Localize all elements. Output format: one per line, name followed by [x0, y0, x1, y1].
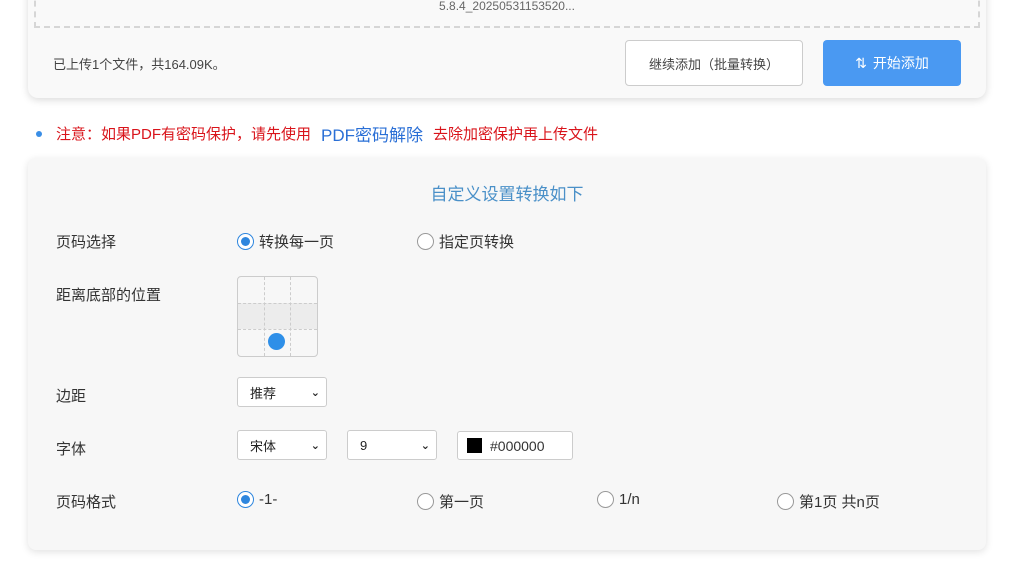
radio-label: 转换每一页 [259, 234, 335, 251]
color-swatch [467, 438, 482, 453]
radio-label: 第1页 共n页 [799, 494, 880, 511]
chevron-down-icon: ⌄ [310, 439, 320, 452]
color-value: #000000 [490, 437, 545, 454]
font-label: 字体 [56, 441, 87, 458]
settings-title: 自定义设置转换如下 [430, 185, 584, 204]
font-color-picker[interactable]: #000000 [457, 431, 573, 460]
swap-icon: ⇅ [855, 54, 867, 71]
file-name: 5.8.4_20250531153520... [439, 0, 575, 13]
radio-unchecked-icon [417, 233, 434, 250]
radio-label: 第一页 [439, 494, 485, 511]
notice-suffix: 去除加密保护再上传文件 [433, 126, 599, 143]
bullet-icon [36, 130, 42, 137]
settings-panel: 自定义设置转换如下 页码选择 转换每一页 指定页转换 距离底部的位置 边距 推荐… [28, 158, 986, 550]
margin-label: 边距 [56, 388, 87, 405]
radio-format-fraction[interactable]: 1/n [597, 491, 640, 508]
font-size-value: 9 [360, 437, 368, 453]
notice-prefix: 注意：如果PDF有密码保护，请先使用 [56, 126, 312, 143]
font-family-select[interactable]: 宋体 ⌄ [237, 430, 327, 460]
font-family-value: 宋体 [250, 438, 277, 454]
drop-zone[interactable]: 5.8.4_20250531153520... [34, 0, 980, 28]
radio-label: 指定页转换 [439, 234, 515, 251]
radio-convert-every-page[interactable]: 转换每一页 [237, 231, 334, 252]
password-notice: 注意：如果PDF有密码保护，请先使用 PDF密码解除 去除加密保护再上传文件 [36, 121, 598, 146]
radio-unchecked-icon [597, 491, 614, 508]
format-label: 页码格式 [56, 494, 117, 511]
margin-select[interactable]: 推荐 ⌄ [237, 377, 327, 407]
radio-label: 1/n [619, 491, 640, 508]
position-label: 距离底部的位置 [56, 287, 162, 304]
radio-format-total[interactable]: 第1页 共n页 [777, 491, 880, 512]
chevron-down-icon: ⌄ [420, 439, 430, 452]
position-marker [268, 333, 285, 350]
start-add-button[interactable]: ⇅ 开始添加 [823, 40, 961, 86]
radio-unchecked-icon [777, 493, 794, 510]
radio-label: -1- [259, 491, 278, 508]
start-add-label: 开始添加 [872, 55, 929, 71]
font-size-select[interactable]: 9 ⌄ [347, 430, 437, 460]
radio-specified-pages[interactable]: 指定页转换 [417, 231, 514, 252]
continue-add-button[interactable]: 继续添加（批量转换） [625, 40, 803, 86]
upload-summary: 已上传1个文件，共164.09K。 [53, 57, 226, 72]
upload-card: 5.8.4_20250531153520... 已上传1个文件，共164.09K… [28, 0, 986, 98]
page-select-label: 页码选择 [56, 234, 117, 251]
margin-value: 推荐 [250, 385, 277, 401]
position-grid[interactable] [237, 276, 318, 357]
chevron-down-icon: ⌄ [310, 386, 320, 399]
radio-format-chinese[interactable]: 第一页 [417, 491, 484, 512]
radio-checked-icon [237, 233, 254, 250]
radio-checked-icon [237, 491, 254, 508]
radio-unchecked-icon [417, 493, 434, 510]
pdf-unlock-link[interactable]: PDF密码解除 [321, 121, 423, 146]
radio-format-dash[interactable]: -1- [237, 491, 277, 508]
